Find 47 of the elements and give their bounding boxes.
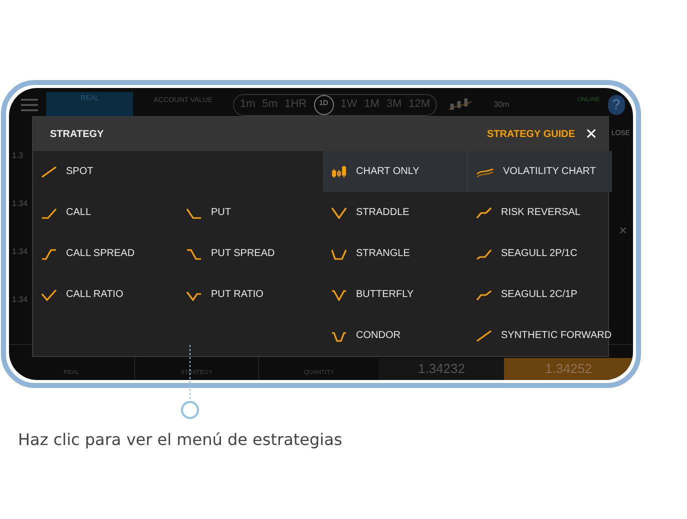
payoff-curve-icon	[476, 248, 492, 260]
strategy-option[interactable]: SEAGULL 2P/1C	[468, 233, 612, 274]
payoff-curve-icon	[331, 206, 347, 218]
strategy-option[interactable]: STRADDLE	[323, 192, 468, 233]
strategy-option[interactable]: SEAGULL 2C/1P	[468, 274, 612, 315]
strategy-option[interactable]: PUT	[178, 192, 323, 233]
price-label: 1.34	[12, 294, 29, 306]
price-label: 1.34	[12, 246, 29, 258]
strategy-option[interactable]: PUT SPREAD	[178, 233, 323, 274]
strategy-option[interactable]: PUT RATIO	[178, 274, 323, 315]
payoff-curve-icon	[186, 288, 202, 300]
payoff-curve-icon	[41, 166, 57, 178]
strategy-option[interactable]: CONDOR	[323, 315, 468, 356]
payoff-curve-icon	[331, 330, 347, 342]
strategy-option[interactable]: BUTTERFLY	[323, 274, 468, 315]
wave-lines-icon	[476, 166, 494, 178]
caption: Haz clic para ver el menú de estrategias	[18, 429, 342, 451]
strategy-option[interactable]: CALL	[33, 192, 178, 233]
strategy-option[interactable]: SYNTHETIC FORWARD	[468, 315, 612, 356]
candlestick-icon	[331, 164, 347, 178]
price-label: 1.34	[12, 198, 29, 210]
menu-icon[interactable]	[21, 96, 38, 112]
close-button[interactable]: ✕	[585, 126, 598, 142]
strategy-option[interactable]: SPOT	[33, 151, 178, 192]
strategy-option[interactable]: CALL RATIO	[33, 274, 178, 315]
payoff-curve-icon	[186, 248, 202, 260]
payoff-curve-icon	[476, 206, 492, 218]
payoff-curve-icon	[41, 248, 57, 260]
payoff-curve-icon	[331, 288, 347, 300]
chart-icon[interactable]	[449, 96, 472, 112]
strategy-option[interactable]: STRANGLE	[323, 233, 468, 274]
strategy-guide-link[interactable]: STRATEGY GUIDE	[487, 126, 575, 142]
payoff-curve-icon	[476, 288, 492, 300]
payoff-curve-icon	[186, 206, 202, 218]
hotspot-marker[interactable]	[181, 401, 199, 419]
payoff-curve-icon	[41, 206, 57, 218]
strategy-option[interactable]: CHART ONLY	[323, 151, 468, 192]
strategy-option[interactable]: RISK REVERSAL	[468, 192, 612, 233]
payoff-curve-icon	[331, 248, 347, 260]
interval-label: 30m	[494, 98, 510, 110]
strategy-option[interactable]: VOLATILITY CHART	[468, 151, 612, 192]
price-label: 1.3	[12, 150, 24, 162]
leader-line	[189, 345, 191, 402]
strategy-option[interactable]: CALL SPREAD	[33, 233, 178, 274]
dialog-title: STRATEGY	[50, 128, 104, 142]
payoff-curve-icon	[476, 330, 492, 342]
payoff-curve-icon	[41, 288, 57, 300]
